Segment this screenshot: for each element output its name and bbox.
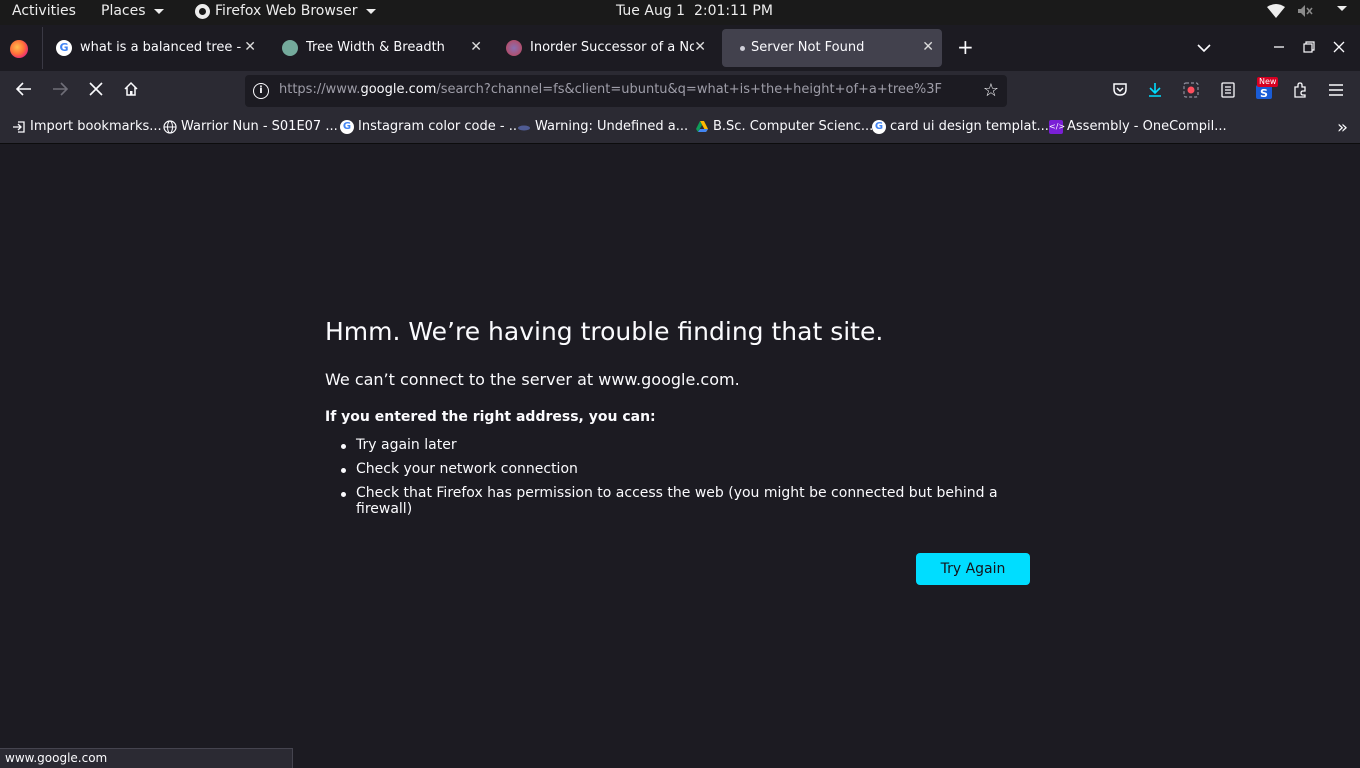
- clock-label: Tue Aug 1 2:01:11 PM: [616, 3, 773, 19]
- bookmark-label: Instagram color code - ...: [358, 119, 522, 134]
- activities-label: Activities: [12, 3, 76, 19]
- error-title: Hmm. We’re having trouble finding that s…: [325, 317, 884, 346]
- onecompiler-icon: </>: [1049, 119, 1065, 134]
- minimize-icon[interactable]: [1273, 38, 1285, 57]
- bookmark-item[interactable]: </> Assembly - OneCompil...: [1049, 119, 1227, 134]
- close-window-icon[interactable]: [1333, 38, 1345, 57]
- suggestion-item: Try again later: [341, 437, 1045, 453]
- tab-title: what is a balanced tree - Google Search: [80, 40, 244, 55]
- new-tab-icon[interactable]: +: [957, 35, 974, 59]
- places-label: Places: [101, 3, 146, 19]
- bookmark-label: card ui design templat...: [890, 119, 1049, 134]
- clock[interactable]: Tue Aug 1 2:01:11 PM: [616, 3, 773, 19]
- bookmark-item[interactable]: Import bookmarks...: [12, 119, 162, 134]
- url-path: /search?channel=fs&client=ubuntu&q=what+…: [436, 82, 943, 97]
- volume-muted-icon[interactable]: [1297, 4, 1313, 18]
- hamburger-menu-icon[interactable]: [1327, 82, 1345, 100]
- chatgpt-icon: [282, 40, 298, 56]
- php-icon: [517, 119, 531, 134]
- suggestion-item: Check that Firefox has permission to acc…: [341, 485, 1045, 517]
- tab-title: Tree Width & Breadth: [306, 40, 445, 55]
- wifi-icon[interactable]: [1267, 4, 1285, 18]
- url-host: google.com: [360, 82, 437, 97]
- navigation-toolbar: i https://www.google.com/search?channel=…: [0, 71, 1360, 111]
- caret-down-icon: [365, 8, 376, 14]
- address-bar[interactable]: i https://www.google.com/search?channel=…: [245, 75, 1007, 107]
- pocket-icon[interactable]: [1111, 82, 1129, 100]
- stop-loading-icon[interactable]: [85, 81, 107, 101]
- import-icon: [12, 120, 26, 134]
- system-menu-button[interactable]: [1334, 6, 1347, 11]
- try-again-button[interactable]: Try Again: [916, 553, 1030, 585]
- gfg-icon: [506, 40, 522, 56]
- bookmark-label: Import bookmarks...: [30, 119, 162, 134]
- tab-server-not-found[interactable]: Server Not Found ✕: [722, 29, 942, 67]
- bookmark-item[interactable]: Warrior Nun - S01E07 ...: [163, 119, 338, 134]
- bookmark-star-icon[interactable]: ☆: [983, 80, 999, 101]
- close-tab-icon[interactable]: ✕: [244, 39, 256, 55]
- app-menu[interactable]: Firefox Web Browser: [195, 3, 376, 19]
- firefox-view-icon[interactable]: [10, 40, 28, 58]
- app-name-label: Firefox Web Browser: [215, 3, 358, 19]
- bookmark-label: Warrior Nun - S01E07 ...: [181, 119, 338, 134]
- bookmark-item[interactable]: Warning: Undefined a...: [517, 119, 688, 134]
- close-tab-icon[interactable]: ✕: [470, 39, 482, 55]
- tab-inorder-successor[interactable]: Inorder Successor of a Node in Binary Tr…: [496, 29, 714, 67]
- page-content: Hmm. We’re having trouble finding that s…: [0, 145, 1360, 768]
- downloads-icon[interactable]: [1146, 82, 1164, 100]
- extensions-puzzle-icon[interactable]: [1291, 82, 1309, 100]
- tab-title: Inorder Successor of a Node in Binary Tr…: [530, 40, 694, 55]
- bookmark-label: Assembly - OneCompil...: [1067, 119, 1227, 134]
- tab-title: Server Not Found: [751, 40, 865, 55]
- restore-icon[interactable]: [1303, 38, 1315, 57]
- google-icon: G: [872, 119, 886, 134]
- caret-down-icon: [1337, 6, 1347, 11]
- screen-recorder-icon[interactable]: [1182, 82, 1200, 100]
- url-prefix: https://www.: [279, 82, 361, 97]
- close-tab-icon[interactable]: ✕: [694, 39, 706, 55]
- bookmarks-toolbar: Import bookmarks... Warrior Nun - S01E07…: [0, 111, 1360, 144]
- back-icon[interactable]: [13, 81, 35, 101]
- tab-balanced-tree[interactable]: G what is a balanced tree - Google Searc…: [46, 29, 264, 67]
- bookmark-label: Warning: Undefined a...: [535, 119, 689, 134]
- url-text[interactable]: https://www.google.com/search?channel=fs…: [279, 82, 942, 97]
- forward-icon[interactable]: [49, 81, 71, 101]
- loading-dot-icon: [740, 46, 745, 51]
- caret-down-icon: [153, 8, 164, 14]
- activities-button[interactable]: Activities: [12, 3, 76, 19]
- home-icon[interactable]: [120, 81, 142, 101]
- bookmark-item[interactable]: G card ui design templat...: [872, 119, 1049, 134]
- status-panel: www.google.com: [0, 748, 293, 768]
- tab-strip: G what is a balanced tree - Google Searc…: [0, 25, 1360, 71]
- bookmark-item[interactable]: B.Sc. Computer Scienc...: [695, 119, 873, 134]
- google-icon: G: [340, 119, 354, 134]
- google-icon: G: [56, 40, 72, 56]
- places-menu[interactable]: Places: [101, 3, 164, 19]
- new-badge: New: [1257, 77, 1279, 87]
- site-info-icon[interactable]: i: [253, 83, 269, 99]
- reader-view-icon[interactable]: [1219, 82, 1237, 100]
- error-container: Hmm. We’re having trouble finding that s…: [325, 317, 1045, 525]
- list-all-tabs-icon[interactable]: [1197, 38, 1211, 57]
- bookmark-label: B.Sc. Computer Scienc...: [713, 119, 874, 134]
- close-tab-icon[interactable]: ✕: [922, 39, 934, 55]
- suggestion-list: Try again later Check your network conne…: [325, 437, 1045, 517]
- error-lead: We can’t connect to the server at www.go…: [325, 370, 740, 389]
- firefox-icon: [195, 3, 210, 19]
- svg-text:S: S: [1260, 87, 1268, 100]
- more-bookmarks-chevron-icon[interactable]: »: [1337, 117, 1348, 138]
- globe-icon: [163, 119, 177, 134]
- system-top-bar: Activities Places Firefox Web Browser Tu…: [0, 0, 1360, 25]
- tab-tree-width[interactable]: Tree Width & Breadth ✕: [272, 29, 490, 67]
- bookmark-item[interactable]: G Instagram color code - ...: [340, 119, 521, 134]
- tab-separator: [42, 27, 43, 69]
- error-hint: If you entered the right address, you ca…: [325, 409, 656, 425]
- drive-icon: [695, 120, 709, 134]
- suggestion-item: Check your network connection: [341, 461, 1045, 477]
